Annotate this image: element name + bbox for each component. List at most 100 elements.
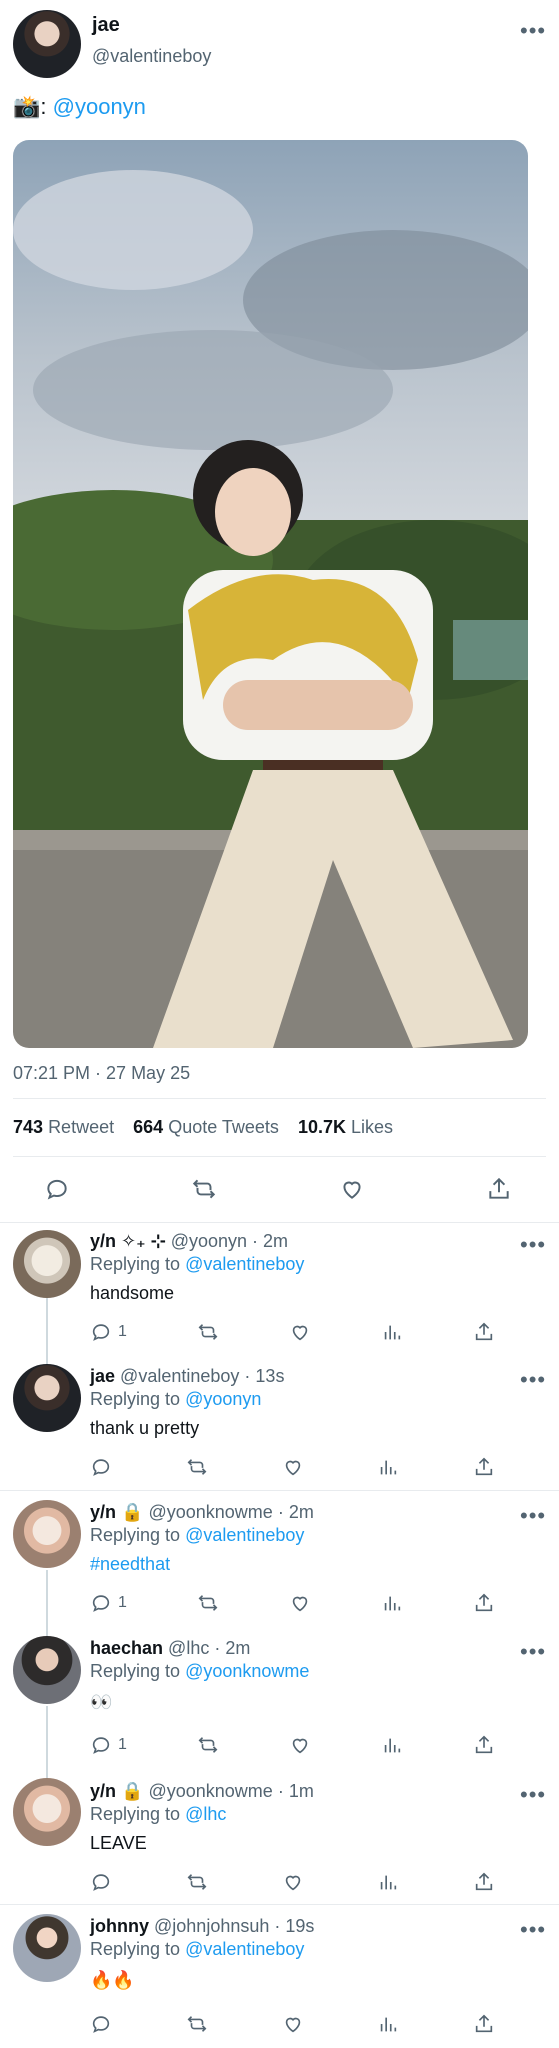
reply-author-handle[interactable]: @yoonknowme — [148, 1502, 272, 1522]
like-icon[interactable] — [339, 1176, 365, 1202]
reply-action-bar: 1 — [90, 1734, 495, 1756]
replying-to: Replying to @yoonyn — [90, 1389, 261, 1410]
share-icon[interactable] — [486, 1176, 512, 1202]
main-tweet-mention[interactable]: @yoonyn — [53, 94, 146, 119]
reply-button[interactable] — [90, 1456, 112, 1478]
share-button[interactable] — [473, 1871, 495, 1893]
reply-author-name[interactable]: haechan — [90, 1638, 163, 1658]
analytics-button[interactable] — [377, 1871, 399, 1893]
reply-author-handle[interactable]: @valentineboy — [120, 1366, 239, 1386]
reply-avatar[interactable] — [13, 1636, 81, 1704]
reply-avatar[interactable] — [13, 1778, 81, 1846]
reply-icon — [92, 1874, 110, 1891]
like-button[interactable] — [289, 1592, 311, 1614]
reply-more-icon[interactable]: ••• — [520, 1503, 546, 1529]
reply-author-handle[interactable]: @yoonyn — [171, 1231, 247, 1251]
analytics-button[interactable] — [377, 2013, 399, 2035]
reply-icon[interactable] — [44, 1176, 70, 1202]
reply-time: · 2m — [277, 1502, 314, 1522]
main-author-handle[interactable]: @valentineboy — [92, 46, 211, 67]
analytics-button[interactable] — [381, 1321, 403, 1343]
reply-avatar[interactable] — [13, 1364, 81, 1432]
reply-avatar[interactable] — [13, 1914, 81, 1982]
share-button[interactable] — [473, 1592, 495, 1614]
share-icon — [475, 2014, 493, 2033]
analytics-button[interactable] — [377, 1456, 399, 1478]
reply-author-name[interactable]: y/n — [90, 1502, 116, 1522]
reply-time: · 2m — [214, 1638, 251, 1658]
retweet-button[interactable] — [197, 1321, 219, 1343]
like-button[interactable] — [282, 1456, 304, 1478]
retweets-label: Retweet — [48, 1117, 115, 1137]
like-button[interactable] — [282, 2013, 304, 2035]
reply-button[interactable]: 1 — [90, 1734, 127, 1756]
analytics-icon — [381, 2017, 397, 2032]
reply-author-name[interactable]: johnny — [90, 1916, 149, 1936]
likes-stat[interactable]: 10.7K Likes — [298, 1117, 393, 1137]
retweet-button[interactable] — [186, 2013, 208, 2035]
reply-author-name[interactable]: y/n — [90, 1781, 116, 1801]
retweet-icon[interactable] — [191, 1176, 217, 1202]
likes-label: Likes — [351, 1117, 394, 1137]
replying-to-label: Replying to — [90, 1525, 181, 1545]
reply-header: y/n 🔒 @yoonknowme · 1m — [90, 1781, 314, 1802]
reply-avatar[interactable] — [13, 1230, 81, 1298]
quotes-stat[interactable]: 664 Quote Tweets — [133, 1117, 284, 1137]
analytics-button[interactable] — [381, 1592, 403, 1614]
tweet-timestamp: 07:21 PM · 27 May 25 — [13, 1063, 191, 1083]
reply-button[interactable] — [90, 1871, 112, 1893]
retweet-button[interactable] — [197, 1592, 219, 1614]
reply-button[interactable]: 1 — [90, 1321, 127, 1343]
reply-text: LEAVE — [90, 1833, 147, 1853]
replying-to-handle[interactable]: @valentineboy — [185, 1525, 304, 1545]
reply-author-handle[interactable]: @yoonknowme — [148, 1781, 272, 1801]
reply-more-icon[interactable]: ••• — [520, 1917, 546, 1943]
replying-to: Replying to @valentineboy — [90, 1254, 304, 1275]
lock-icon: 🔒 — [121, 1781, 144, 1801]
reply-time: · 1m — [277, 1781, 314, 1801]
share-button[interactable] — [473, 1734, 495, 1756]
replying-to-handle[interactable]: @valentineboy — [185, 1254, 304, 1274]
like-icon — [285, 1460, 300, 1476]
like-button[interactable] — [282, 1871, 304, 1893]
retweet-button[interactable] — [186, 1871, 208, 1893]
share-button[interactable] — [473, 2013, 495, 2035]
divider — [13, 1156, 546, 1157]
reply-more-icon[interactable]: ••• — [520, 1639, 546, 1665]
reply-author-name[interactable]: jae — [90, 1366, 115, 1386]
replying-to-handle[interactable]: @lhc — [185, 1804, 226, 1824]
reply-avatar[interactable] — [13, 1500, 81, 1568]
reply-more-icon[interactable]: ••• — [520, 1367, 546, 1393]
like-icon — [292, 1738, 308, 1754]
divider — [0, 1904, 559, 1905]
replying-to-handle[interactable]: @yoonknowme — [185, 1661, 309, 1681]
share-button[interactable] — [473, 1456, 495, 1478]
retweet-icon — [187, 2016, 207, 2032]
retweets-stat[interactable]: 743 Retweet — [13, 1117, 119, 1137]
main-author-avatar[interactable] — [13, 10, 81, 78]
reply-time: · 13s — [244, 1366, 285, 1386]
tweet-photo[interactable] — [13, 140, 528, 1048]
main-action-bar — [44, 1176, 512, 1202]
reply-author-handle[interactable]: @johnjohnsuh — [154, 1916, 269, 1936]
retweet-button[interactable] — [186, 1456, 208, 1478]
like-button[interactable] — [289, 1734, 311, 1756]
replying-to-handle[interactable]: @valentineboy — [185, 1939, 304, 1959]
main-more-icon[interactable]: ••• — [520, 18, 546, 44]
like-button[interactable] — [289, 1321, 311, 1343]
reply-text[interactable]: #needthat — [90, 1554, 170, 1575]
reply-text: 🔥🔥 — [90, 1970, 135, 1990]
reply-header: y/n ✧₊ ⊹ @yoonyn · 2m — [90, 1231, 288, 1252]
reply-author-name[interactable]: y/n ✧₊ ⊹ — [90, 1231, 166, 1251]
replying-to-handle[interactable]: @yoonyn — [185, 1389, 261, 1409]
quotes-label: Quote Tweets — [168, 1117, 279, 1137]
retweet-button[interactable] — [197, 1734, 219, 1756]
reply-button[interactable] — [90, 2013, 112, 2035]
reply-button[interactable]: 1 — [90, 1592, 127, 1614]
analytics-button[interactable] — [381, 1734, 403, 1756]
main-author-name[interactable]: jae — [92, 14, 120, 37]
share-button[interactable] — [473, 1321, 495, 1343]
reply-author-handle[interactable]: @lhc — [168, 1638, 209, 1658]
reply-more-icon[interactable]: ••• — [520, 1232, 546, 1258]
reply-more-icon[interactable]: ••• — [520, 1782, 546, 1808]
